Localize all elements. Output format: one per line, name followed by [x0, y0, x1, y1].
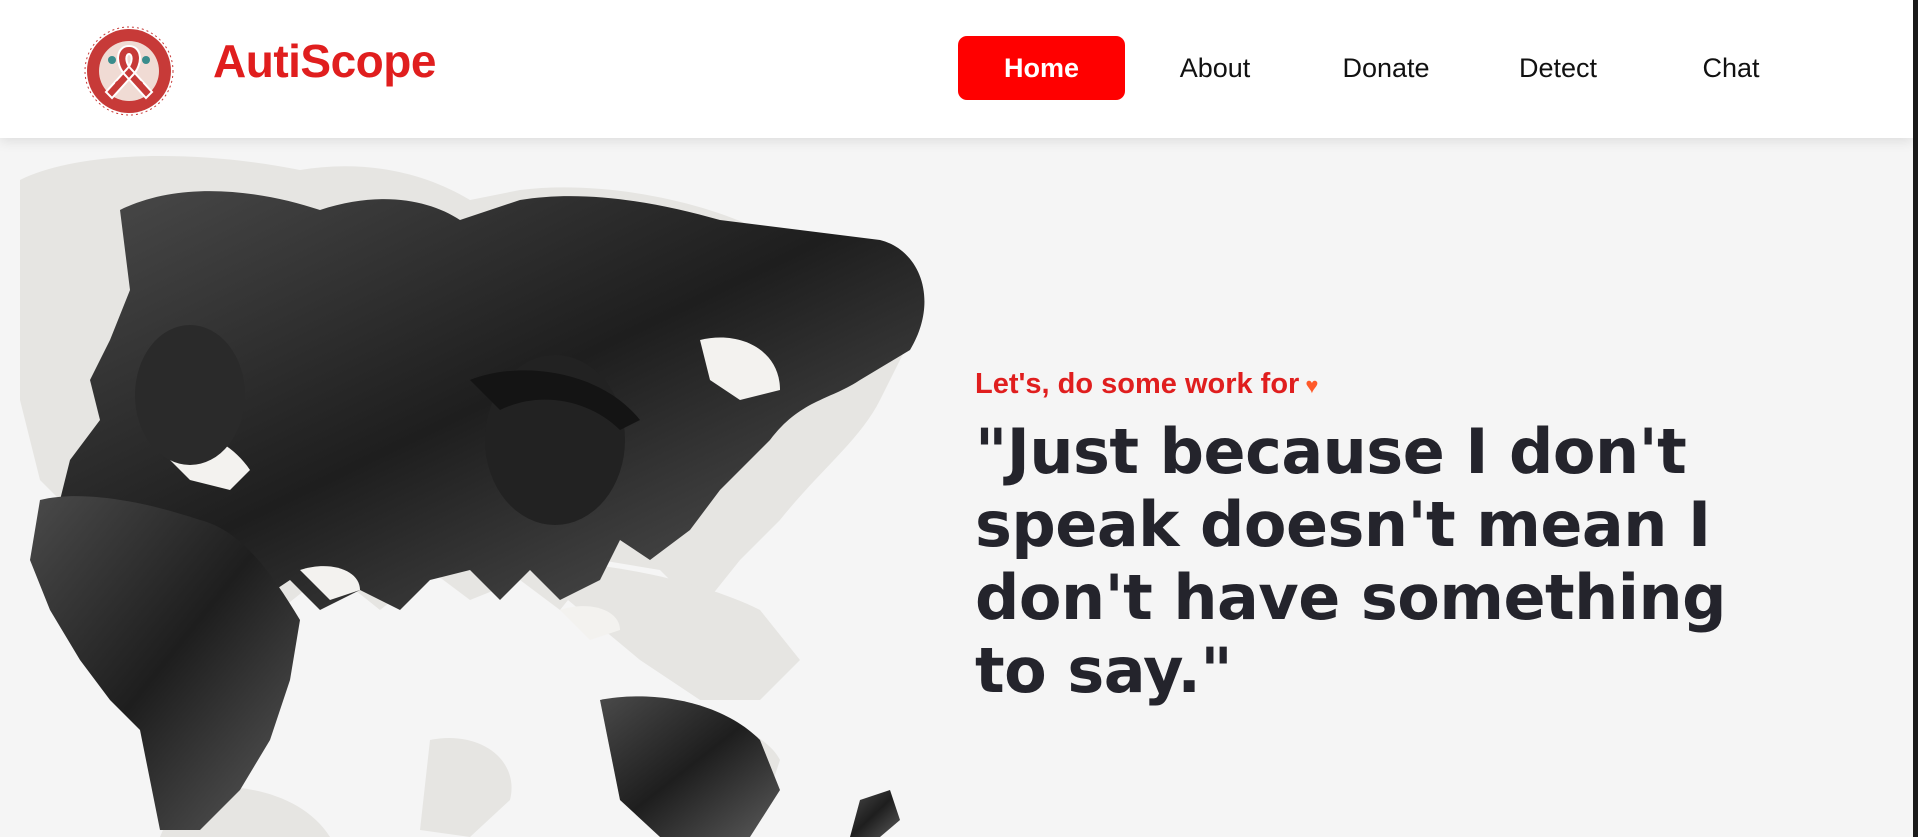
nav-donate[interactable]: Donate	[1330, 36, 1442, 100]
nav-home[interactable]: Home	[958, 36, 1125, 100]
nav-chat[interactable]: Chat	[1680, 36, 1782, 100]
main-nav: Home About Donate Detect Chat	[0, 36, 1913, 100]
tagline-text: Let's, do some work for	[975, 368, 1300, 400]
world-map-image	[20, 156, 925, 837]
heart-icon: ♥	[1305, 373, 1319, 398]
nav-about[interactable]: About	[1160, 36, 1270, 100]
hero-tagline: Let's, do some work for ♥	[975, 367, 1318, 402]
hero-quote: "Just because I don't speak doesn't mean…	[975, 415, 1727, 707]
site-header: AutiScope Home About Donate Detect Chat	[0, 0, 1913, 138]
photo-fill-regions	[30, 191, 925, 837]
scrollbar[interactable]	[1913, 0, 1918, 837]
nav-detect[interactable]: Detect	[1502, 36, 1614, 100]
